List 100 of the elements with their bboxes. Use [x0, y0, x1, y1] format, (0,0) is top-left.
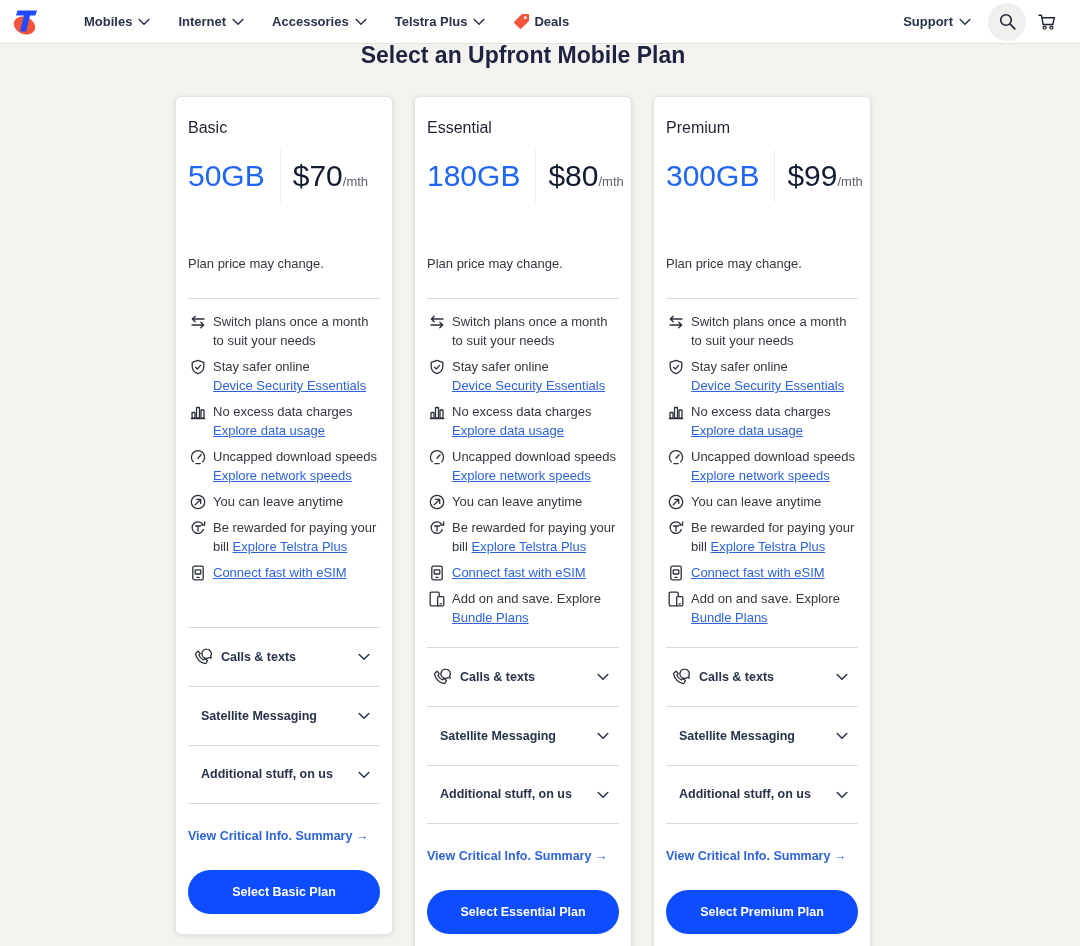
feature-text: Be rewarded for paying your bill Explore Telstra Plus: [213, 519, 378, 556]
feature-link[interactable]: Explore network speeds: [452, 466, 591, 485]
data-allowance: 50GB: [188, 158, 265, 194]
feature-link[interactable]: Device Security Essentials: [213, 376, 367, 395]
chevron-down-icon: [138, 17, 151, 26]
plan-name: Premium: [666, 118, 731, 138]
feature-text: You can leave anytime: [452, 493, 583, 511]
feature-text: No excess data charges: [213, 403, 353, 421]
gauge-icon: [190, 448, 206, 465]
accordion-toggle[interactable]: Additional stuff, on us: [666, 765, 858, 824]
feature-text: You can leave anytime: [691, 493, 822, 511]
shield-check-icon: [668, 358, 684, 375]
chevron-down-icon: [597, 790, 609, 799]
nav-dropdown[interactable]: Mobiles: [84, 12, 151, 31]
nav-dropdown[interactable]: Telstra Plus: [394, 12, 486, 31]
data-allowance: 180GB: [427, 158, 521, 194]
feature-link[interactable]: Device Security Essentials: [452, 376, 606, 395]
search-icon: [998, 13, 1016, 30]
cart-icon[interactable]: [1038, 13, 1056, 30]
feature-link[interactable]: Explore Telstra Plus: [232, 539, 348, 554]
feature-link[interactable]: Connect fast with eSIM: [691, 563, 825, 582]
accordion-toggle[interactable]: Satellite Messaging: [188, 686, 380, 745]
feature-link[interactable]: Connect fast with eSIM: [452, 563, 586, 582]
accordion-toggle[interactable]: Calls & texts: [427, 647, 619, 706]
data-allowance: 300GB: [666, 158, 760, 194]
swap-arrows-icon: [190, 313, 206, 330]
accordion-toggle[interactable]: Satellite Messaging: [427, 706, 619, 765]
select-plan-button[interactable]: Select Essential Plan: [427, 890, 619, 934]
price: $99: [787, 158, 838, 194]
swap-arrows-icon: [429, 313, 445, 330]
swap-arrows-icon: [668, 313, 684, 330]
critical-info-link[interactable]: View Critical Info. Summary →: [666, 847, 847, 865]
chevron-down-icon: [597, 673, 609, 681]
price-period: /mth: [342, 174, 369, 191]
phone-chat-icon: [194, 648, 213, 666]
price-period: /mth: [837, 174, 863, 191]
feature-text: Uncapped download speeds: [213, 448, 378, 466]
deals-link[interactable]: Deals: [513, 12, 570, 31]
feature-link[interactable]: Connect fast with eSIM: [213, 563, 347, 582]
feature-text: No excess data charges: [452, 403, 592, 421]
chevron-down-icon: [358, 770, 370, 779]
feature-text: Stay safer online: [213, 358, 310, 376]
plan-name: Essential: [427, 118, 493, 138]
feature-text: Switch plans once a month to suit your needs: [691, 313, 848, 350]
feature-link[interactable]: Explore data usage: [691, 421, 804, 440]
circular-arrow-icon: [668, 519, 684, 536]
accordion-toggle[interactable]: Satellite Messaging: [666, 706, 858, 765]
chevron-down-icon: [232, 17, 245, 26]
feature-link[interactable]: Explore data usage: [213, 421, 326, 440]
feature-text: Add on and save. Explore Bundle Plans: [452, 590, 602, 627]
chevron-down-icon: [354, 17, 367, 26]
feature-link[interactable]: Bundle Plans: [691, 610, 768, 625]
nav-dropdown[interactable]: Accessories: [272, 12, 367, 31]
feature-link[interactable]: Bundle Plans: [452, 610, 529, 625]
chevron-down-icon: [959, 17, 971, 26]
feature-link[interactable]: Explore network speeds: [213, 466, 352, 485]
select-plan-button[interactable]: Select Basic Plan: [188, 870, 380, 914]
chevron-down-icon: [358, 712, 370, 720]
support-dropdown[interactable]: Support: [903, 12, 971, 31]
gauge-icon: [668, 448, 684, 465]
chevron-down-icon: [597, 732, 609, 740]
critical-info-link[interactable]: View Critical Info. Summary →: [427, 847, 608, 865]
nav-dropdown[interactable]: Internet: [178, 12, 245, 31]
price: $80: [548, 158, 599, 194]
circular-arrow-icon: [190, 519, 206, 536]
accordion-toggle[interactable]: Calls & texts: [188, 627, 380, 686]
accordion-toggle[interactable]: Additional stuff, on us: [188, 745, 380, 804]
price-note: Plan price may change.: [427, 255, 564, 273]
arrow-circle-icon: [190, 493, 206, 510]
feature-text: Stay safer online: [691, 358, 788, 376]
plan-name: Basic: [188, 118, 229, 138]
phone-chat-icon: [672, 668, 691, 686]
select-plan-button[interactable]: Select Premium Plan: [666, 890, 858, 934]
shield-check-icon: [429, 358, 445, 375]
chevron-down-icon: [358, 653, 370, 661]
page-heading: Select an Upfront Mobile Plan: [359, 44, 687, 67]
price-period: /mth: [598, 174, 624, 191]
devices-icon: [429, 590, 445, 607]
feature-link[interactable]: Explore network speeds: [691, 466, 830, 485]
devices-icon: [668, 590, 684, 607]
circular-arrow-icon: [429, 519, 445, 536]
feature-link[interactable]: Device Security Essentials: [691, 376, 845, 395]
arrow-circle-icon: [668, 493, 684, 510]
search-button[interactable]: [988, 2, 1026, 41]
chevron-down-icon: [836, 790, 848, 799]
logo-icon[interactable]: [12, 8, 38, 35]
feature-link[interactable]: Explore data usage: [452, 421, 565, 440]
feature-text: No excess data charges: [691, 403, 831, 421]
phone-chip-icon: [429, 564, 445, 581]
phone-chat-icon: [433, 668, 452, 686]
feature-link[interactable]: Explore Telstra Plus: [710, 539, 826, 554]
tag-icon: [513, 13, 531, 30]
feature-text: Be rewarded for paying your bill Explore Telstra Plus: [691, 519, 856, 556]
feature-link[interactable]: Explore Telstra Plus: [471, 539, 587, 554]
critical-info-link[interactable]: View Critical Info. Summary →: [188, 827, 369, 845]
accordion-toggle[interactable]: Additional stuff, on us: [427, 765, 619, 824]
price: $70: [292, 158, 343, 194]
accordion-toggle[interactable]: Calls & texts: [666, 647, 858, 706]
feature-text: Switch plans once a month to suit your needs: [452, 313, 609, 350]
feature-text: Be rewarded for paying your bill Explore Telstra Plus: [452, 519, 617, 556]
